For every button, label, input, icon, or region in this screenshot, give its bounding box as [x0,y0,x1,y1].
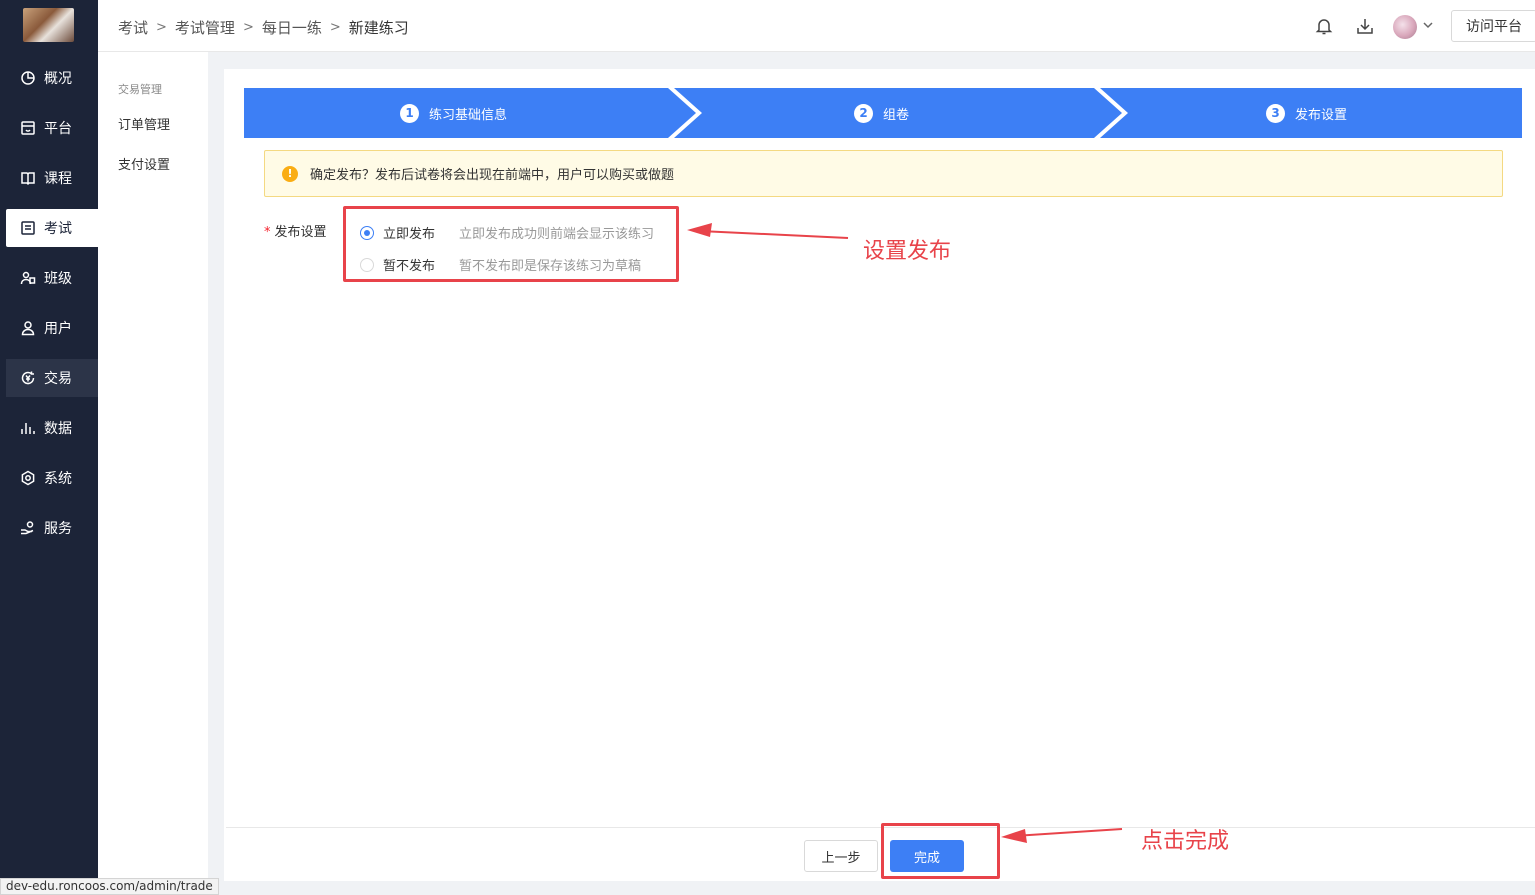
sidebar-item-trade[interactable]: 交易 [6,359,98,397]
chevron-down-icon[interactable] [1421,18,1435,32]
visit-platform-button[interactable]: 访问平台 [1451,10,1535,42]
step-3[interactable]: 3 发布设置 [1266,88,1347,138]
app-root: 概况 平台 课程 考试 班级 用户 交易 数据 系统 服务 交易管理 订单管理 … [0,0,1535,895]
sidebar-item-label: 平台 [44,121,72,137]
sidebar-item-service[interactable]: 服务 [6,509,98,547]
sidebar-item-platform[interactable]: 平台 [6,109,98,147]
trade-icon [21,371,35,385]
step-number: 1 [400,103,419,123]
step-label: 发布设置 [1295,107,1348,123]
breadcrumb-current: 新建练习 [348,19,409,37]
sub-sidebar: 交易管理 订单管理 支付设置 [98,52,208,895]
sidebar-item-label: 考试 [44,221,72,237]
main-sidebar: 概况 平台 课程 考试 班级 用户 交易 数据 系统 服务 [0,0,98,895]
main-card: 1 练习基础信息 2 组卷 3 发布设置 ! 确定发布？发布后试卷将会出现在前端… [224,69,1535,881]
exam-icon [21,221,35,235]
breadcrumb-item[interactable]: 考试管理 [175,17,235,38]
sidebar-item-label: 概况 [44,71,72,87]
step-number: 3 [1266,103,1285,123]
annotation-box-done [881,823,1000,879]
annotation-set-publish: 设置发布 [863,239,952,264]
subnav-item-payment[interactable]: 支付设置 [118,154,170,173]
form-label-text: 发布设置 [274,225,327,240]
step-number: 2 [854,103,873,123]
steps-bar: 1 练习基础信息 2 组卷 3 发布设置 [244,88,1522,138]
annotation-click-done: 点击完成 [1141,829,1230,854]
book-icon [21,172,35,186]
chevron-right-icon: > [242,20,254,35]
step-1[interactable]: 1 练习基础信息 [400,88,507,138]
subnav-title: 交易管理 [118,83,162,96]
user-icon [21,321,35,336]
service-icon [21,521,34,535]
sidebar-item-label: 课程 [44,171,72,187]
sidebar-item-label: 服务 [44,521,72,537]
warning-icon: ! [282,165,298,182]
step-label: 练习基础信息 [429,107,508,123]
sidebar-item-class[interactable]: 班级 [6,259,98,297]
breadcrumb-item[interactable]: 考试 [118,17,148,38]
alert-text: 确定发布？发布后试卷将会出现在前端中，用户可以购买或做题 [310,168,675,183]
step-label: 组卷 [883,107,910,123]
sidebar-item-label: 班级 [44,271,72,287]
chevron-right-icon: > [329,20,341,35]
warning-alert: ! 确定发布？发布后试卷将会出现在前端中，用户可以购买或做题 [264,150,1503,197]
prev-step-button[interactable]: 上一步 [804,840,878,872]
subnav-item-orders[interactable]: 订单管理 [118,114,170,133]
gear-icon [21,470,35,486]
chart-icon [21,423,35,434]
required-mark: * [264,225,271,240]
dashboard-icon [21,71,35,85]
step-2[interactable]: 2 组卷 [854,88,909,138]
chevron-right-icon: > [156,20,167,35]
top-header: 考试 > 考试管理 > 每日一练 > 新建练习 访问平台 [98,0,1535,52]
sidebar-item-exam[interactable]: 考试 [6,209,98,247]
sidebar-item-user[interactable]: 用户 [6,309,98,347]
avatar[interactable] [1393,15,1417,39]
logo[interactable] [23,8,74,42]
sidebar-item-overview[interactable]: 概况 [6,59,98,97]
sidebar-item-course[interactable]: 课程 [6,159,98,197]
bell-icon[interactable] [1314,16,1334,36]
breadcrumb: 考试 > 考试管理 > 每日一练 > 新建练习 [118,17,409,38]
publish-setting-label: * 发布设置 [264,221,327,240]
sidebar-item-label: 系统 [44,471,72,487]
sidebar-item-label: 用户 [44,321,72,337]
sidebar-item-data[interactable]: 数据 [6,409,98,447]
sidebar-item-system[interactable]: 系统 [6,459,98,497]
sidebar-item-label: 数据 [44,421,72,437]
sidebar-item-label: 交易 [44,371,72,387]
status-bar-url: dev-edu.roncoos.com/admin/trade [0,878,219,895]
breadcrumb-item[interactable]: 每日一练 [262,17,322,38]
class-icon [20,271,36,285]
annotation-box-publish [343,206,679,282]
download-icon[interactable] [1355,16,1375,36]
platform-icon [21,121,35,135]
